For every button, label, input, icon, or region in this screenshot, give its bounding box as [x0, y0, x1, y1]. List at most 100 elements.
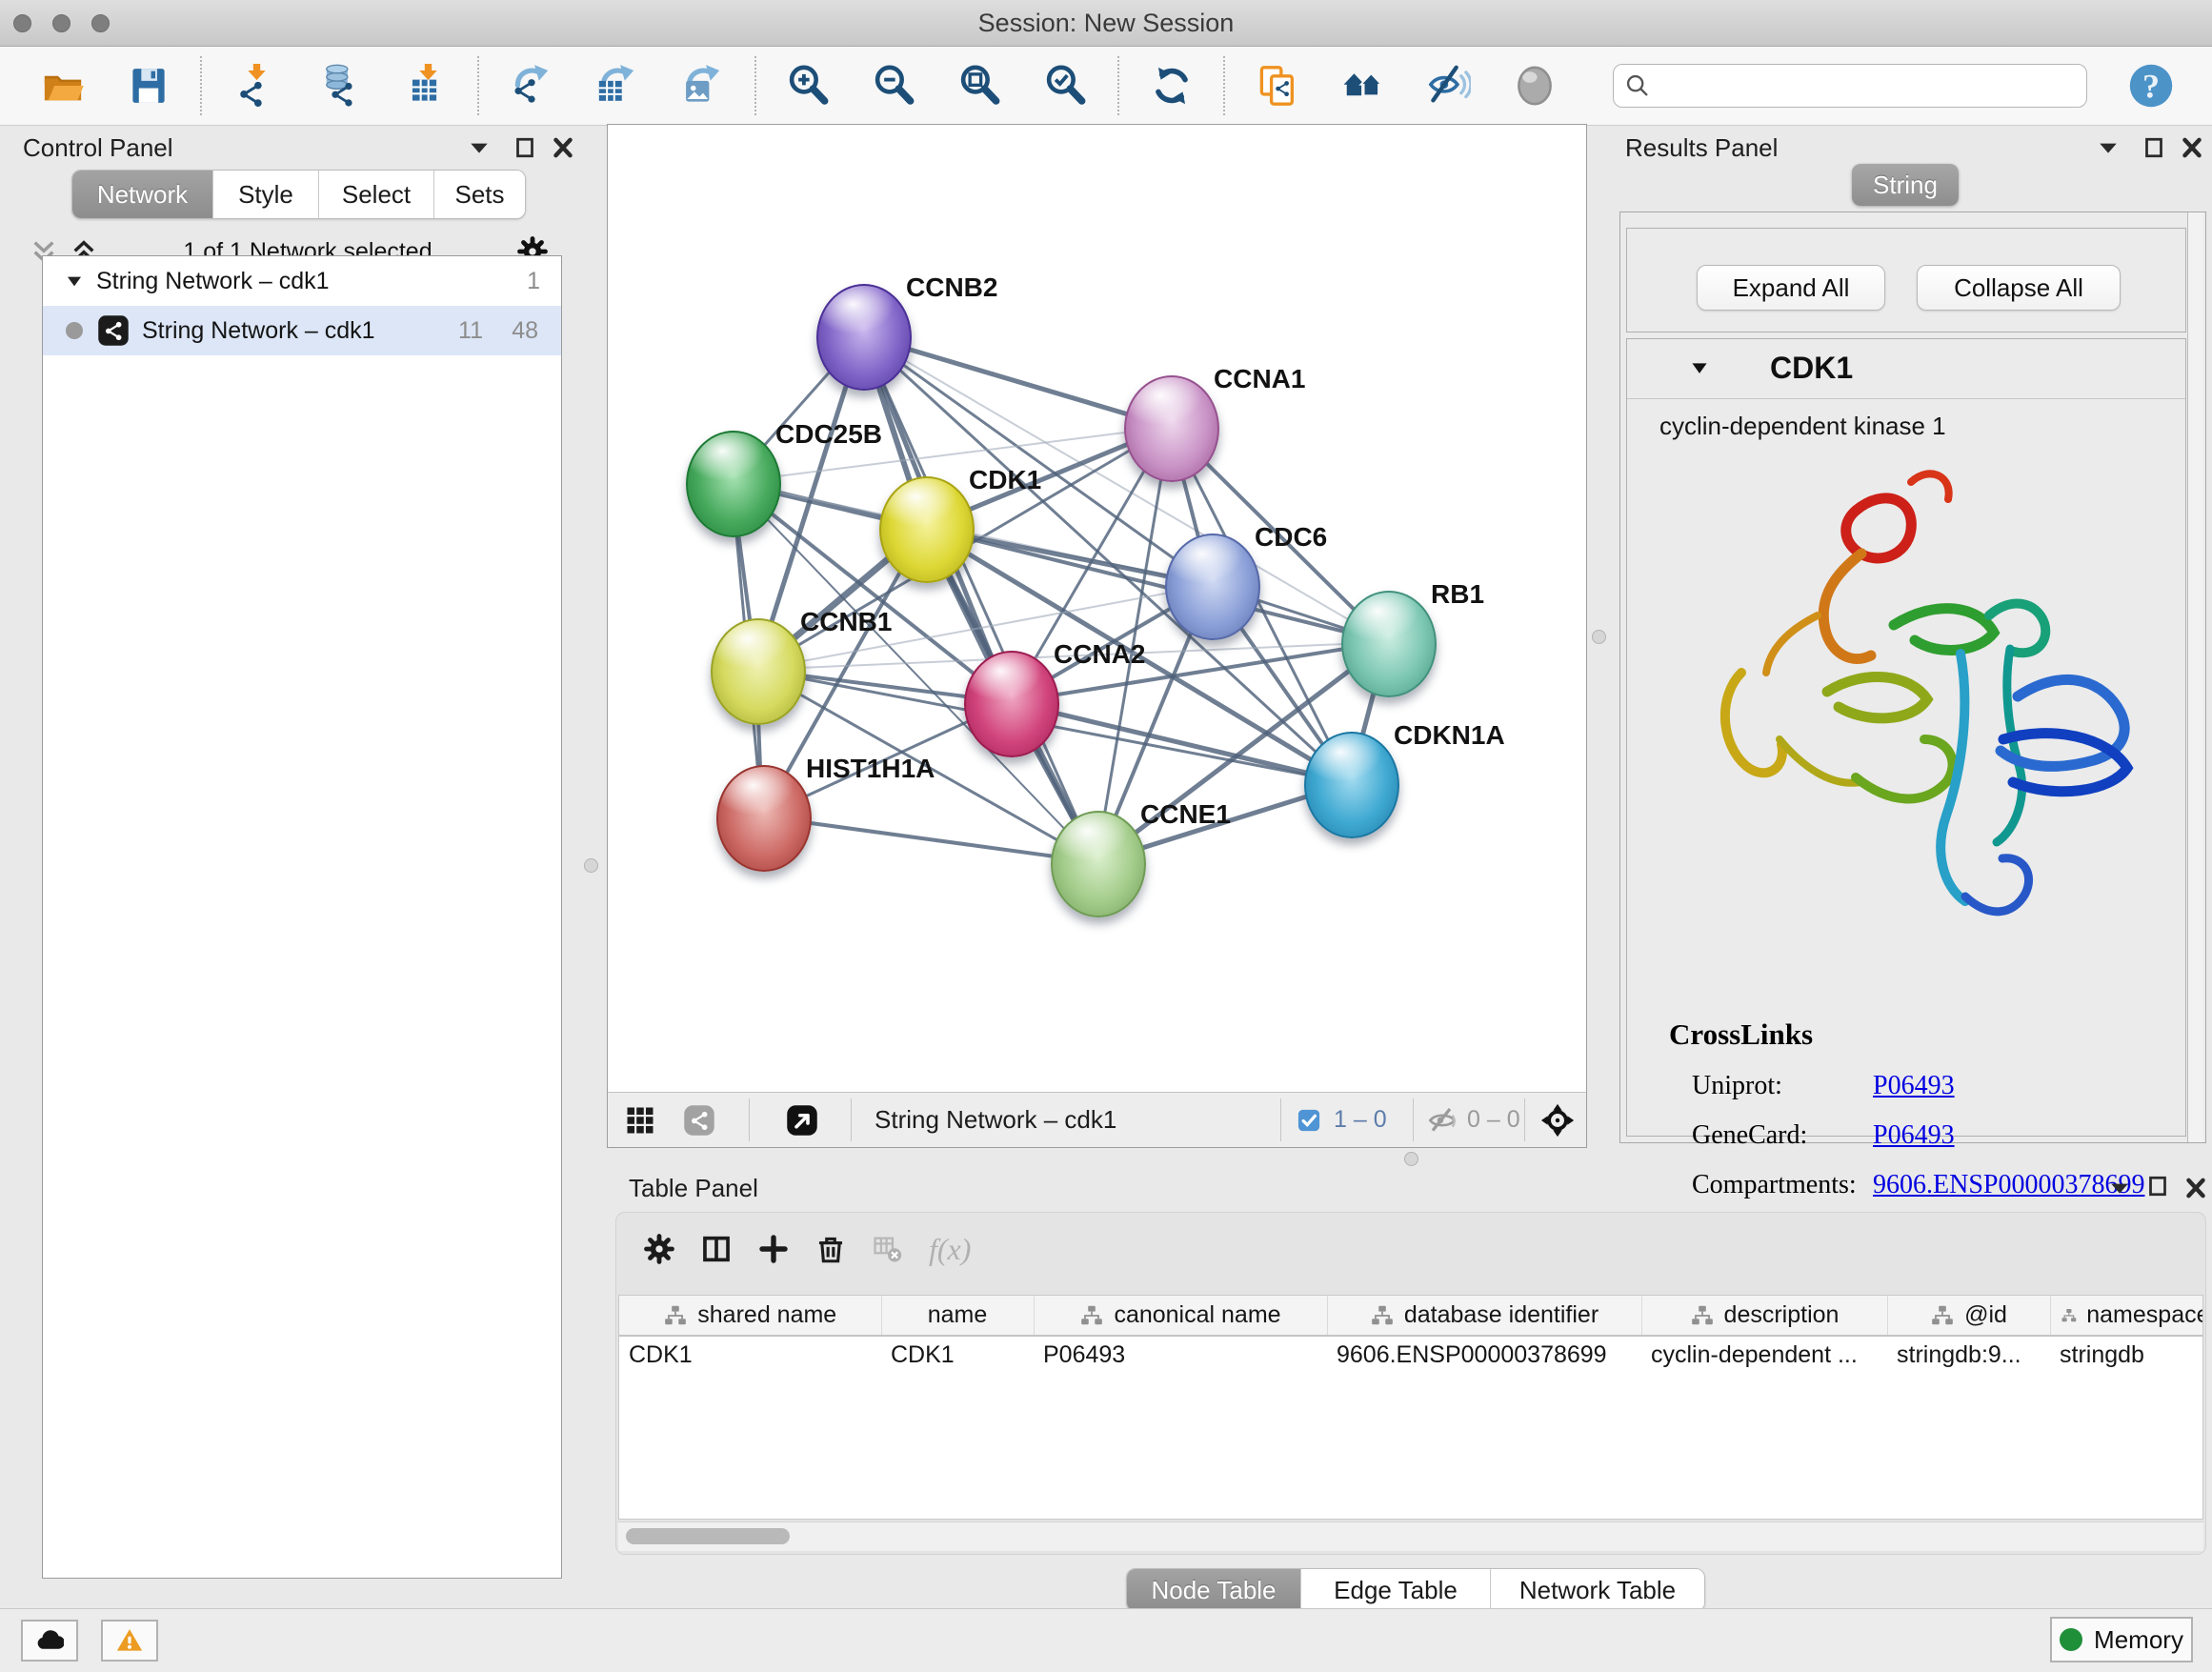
- crosslink-value-link[interactable]: P06493: [1873, 1071, 1955, 1101]
- network-node-hist1h1a[interactable]: [716, 765, 812, 872]
- toolbar-divider: [1117, 56, 1120, 115]
- crosslink-value-link[interactable]: P06493: [1873, 1120, 1955, 1151]
- refresh-view-button[interactable]: [1147, 61, 1196, 111]
- network-node-cdkn1a[interactable]: [1304, 732, 1399, 838]
- open-session-button[interactable]: [38, 61, 88, 111]
- import-table-file-button[interactable]: [401, 61, 451, 111]
- zoom-in-button[interactable]: [784, 61, 834, 111]
- first-neighbors-button[interactable]: [1338, 61, 1388, 111]
- column-header-name[interactable]: name: [881, 1296, 1034, 1336]
- zoom-fit-button[interactable]: [955, 61, 1005, 111]
- table-header-row: shared namenamecanonical namedatabase id…: [619, 1296, 2203, 1336]
- column-header-canonical-name[interactable]: canonical name: [1034, 1296, 1327, 1336]
- cloud-button[interactable]: [21, 1620, 78, 1662]
- table-panel-close-icon[interactable]: [2182, 1174, 2210, 1202]
- node-section-header[interactable]: CDK1: [1627, 339, 2185, 399]
- results-scrollbar[interactable]: [2187, 212, 2203, 1142]
- results-tab-string[interactable]: String: [1852, 164, 1959, 206]
- network-node-ccna1[interactable]: [1124, 375, 1219, 482]
- table-row[interactable]: CDK1CDK1P064939606.ENSP00000378699cyclin…: [619, 1336, 2203, 1374]
- selected-count-checkbox[interactable]: [1296, 1107, 1322, 1134]
- export-network-button[interactable]: [507, 61, 556, 111]
- control-panel-float-icon[interactable]: [511, 133, 539, 162]
- results-panel-float-icon[interactable]: [2140, 133, 2168, 162]
- network-node-ccnb1[interactable]: [711, 618, 806, 725]
- status-bar: Memory: [0, 1608, 2212, 1672]
- clone-network-button[interactable]: [1253, 61, 1302, 111]
- network-node-cdc25b[interactable]: [686, 431, 781, 537]
- fit-selected-icon[interactable]: [1539, 1102, 1576, 1138]
- column-type-icon: [1690, 1303, 1715, 1328]
- network-canvas[interactable]: CCNB2CCNA1CDC25BCDK1CDC6RB1CCNB1CCNA2CDK…: [608, 125, 1586, 1093]
- tab-node-table[interactable]: Node Table: [1127, 1569, 1301, 1611]
- left-splitter-handle[interactable]: [584, 858, 598, 873]
- network-node-cdc6[interactable]: [1165, 534, 1260, 640]
- right-splitter-handle[interactable]: [1592, 630, 1606, 644]
- table-cell[interactable]: P06493: [1034, 1336, 1327, 1374]
- node-section-disclosure-icon[interactable]: [1686, 354, 1713, 381]
- import-network-database-button[interactable]: [315, 61, 365, 111]
- tab-network[interactable]: Network: [72, 171, 213, 218]
- control-panel: Control Panel NetworkStyleSelectSets 1 o…: [0, 126, 583, 1608]
- collection-disclosure-icon[interactable]: [62, 269, 87, 293]
- results-panel-menu-icon[interactable]: [2094, 133, 2122, 162]
- export-image-button[interactable]: [678, 61, 728, 111]
- gear-button[interactable]: [643, 1233, 675, 1265]
- table-cell[interactable]: stringdb:9...: [1887, 1336, 2050, 1374]
- zoom-out-button[interactable]: [870, 61, 919, 111]
- memory-status-dot: [2060, 1628, 2082, 1651]
- table-panel-menu-icon[interactable]: [2105, 1174, 2134, 1202]
- table-cell[interactable]: CDK1: [881, 1336, 1034, 1374]
- table-panel-float-icon[interactable]: [2143, 1172, 2172, 1200]
- control-panel-menu-icon[interactable]: [465, 133, 493, 162]
- column-header-description[interactable]: description: [1641, 1296, 1887, 1336]
- tab-network-table[interactable]: Network Table: [1491, 1569, 1704, 1611]
- help-button[interactable]: ?: [2127, 62, 2175, 110]
- import-network-file-button[interactable]: [230, 61, 279, 111]
- zoom-selected-button[interactable]: [1041, 61, 1091, 111]
- plus-button[interactable]: [757, 1233, 790, 1265]
- memory-button[interactable]: Memory: [2050, 1617, 2193, 1662]
- tab-edge-table[interactable]: Edge Table: [1301, 1569, 1491, 1611]
- column-header--id[interactable]: @id: [1887, 1296, 2050, 1336]
- network-row-selected[interactable]: String Network – cdk1 11 48: [43, 306, 561, 355]
- table-cell[interactable]: cyclin-dependent ...: [1641, 1336, 1887, 1374]
- svg-text:?: ?: [2142, 68, 2160, 106]
- results-panel-title: Results Panel: [1625, 133, 1778, 163]
- warnings-button[interactable]: [101, 1620, 158, 1662]
- tab-sets[interactable]: Sets: [434, 171, 525, 218]
- hide-selected-button[interactable]: [1424, 61, 1474, 111]
- table-horizontal-scrollbar[interactable]: [618, 1521, 2203, 1551]
- column-header-database-identifier[interactable]: database identifier: [1327, 1296, 1641, 1336]
- column-header-shared-name[interactable]: shared name: [619, 1296, 881, 1336]
- birds-eye-view-icon[interactable]: [785, 1103, 819, 1138]
- network-collection-row[interactable]: String Network – cdk1 1: [43, 256, 561, 306]
- tab-style[interactable]: Style: [213, 171, 319, 218]
- expand-all-button[interactable]: Expand All: [1697, 265, 1885, 311]
- tab-select[interactable]: Select: [319, 171, 434, 218]
- network-node-rb1[interactable]: [1341, 591, 1437, 697]
- column-header-namespace[interactable]: namespace: [2050, 1296, 2203, 1336]
- export-table-button[interactable]: [593, 61, 642, 111]
- horizontal-splitter-handle[interactable]: [1404, 1152, 1418, 1166]
- trash-button[interactable]: [814, 1233, 847, 1265]
- hidden-count-eye-icon[interactable]: [1427, 1105, 1458, 1136]
- network-edge-count: 48: [512, 317, 538, 345]
- results-panel-close-icon[interactable]: [2178, 133, 2206, 162]
- network-node-ccnb2[interactable]: [816, 284, 912, 391]
- network-node-ccna2[interactable]: [964, 651, 1059, 757]
- node-label-ccna2: CCNA2: [1054, 639, 1145, 670]
- table-cell[interactable]: 9606.ENSP00000378699: [1327, 1336, 1641, 1374]
- network-node-cdk1[interactable]: [879, 476, 975, 583]
- columns-button[interactable]: [700, 1233, 733, 1265]
- search-input[interactable]: [1613, 64, 2087, 108]
- network-node-ccne1[interactable]: [1051, 811, 1146, 917]
- collapse-all-button[interactable]: Collapse All: [1917, 265, 2121, 311]
- scrollbar-thumb[interactable]: [626, 1528, 790, 1544]
- save-session-button[interactable]: [124, 61, 173, 111]
- table-cell[interactable]: CDK1: [619, 1336, 881, 1374]
- table-cell[interactable]: stringdb: [2050, 1336, 2203, 1374]
- grid-view-icon[interactable]: [623, 1103, 657, 1138]
- network-type-icon[interactable]: [682, 1103, 716, 1138]
- control-panel-close-icon[interactable]: [549, 133, 577, 162]
